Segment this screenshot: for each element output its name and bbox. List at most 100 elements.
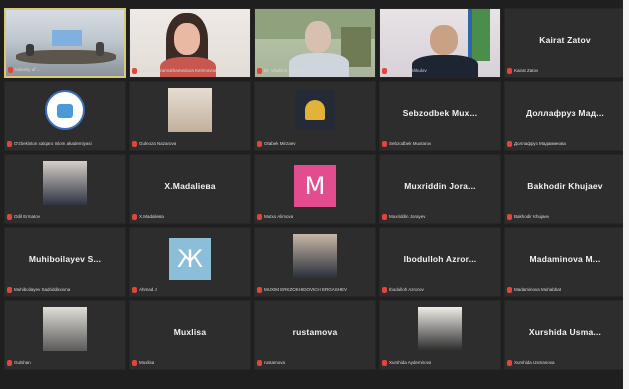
participant-footer-name: Bakhodir Khujaev (514, 214, 550, 219)
participant-tile[interactable]: Sebzodbek Mux... Sebzodbek Muxtarov (379, 81, 501, 151)
participant-name: Xurshida Usma... (528, 327, 602, 337)
participant-footer-name: Muxriddin Jorayev (389, 214, 426, 219)
participant-footer: Dr. Vladimir Bokharev (257, 66, 373, 75)
participant-name: Kairat Zatov (539, 35, 591, 45)
participant-footer-name: Xurshida Aydemirova (389, 360, 432, 365)
participant-avatar (43, 88, 87, 132)
video-detail (472, 9, 490, 61)
participant-tile[interactable]: Xurshida Aydemirova (379, 300, 501, 370)
participant-footer: Ulugbek Tashkulov (382, 66, 498, 75)
participant-footer-name: Kairat Zatov (514, 68, 539, 73)
microphone-muted-icon (7, 140, 12, 147)
participant-footer: Ministry of ... (8, 65, 122, 74)
microphone-muted-icon (257, 359, 262, 366)
participant-footer-name: Dr. Vladimir Bokharev (264, 68, 308, 73)
participant-footer: Otabek Mirzaev (257, 139, 373, 148)
microphone-muted-icon (382, 213, 387, 220)
microphone-muted-icon (507, 140, 512, 147)
participant-tile[interactable]: Ibodulloh Azror... Ibodulloh Azrorov (379, 227, 501, 297)
microphone-muted-icon (132, 140, 137, 147)
participant-tile[interactable]: Madaminova M... Madaminova Muhabbat (504, 227, 626, 297)
participant-footer-name: Доллaфруз Мадаминова (514, 141, 566, 146)
microphone-muted-icon (132, 213, 137, 220)
microphone-muted-icon (7, 286, 12, 293)
participant-avatar (293, 234, 337, 278)
participant-footer: Mutxo Alimova (257, 212, 373, 221)
participant-name: X.Madaliева (164, 181, 216, 191)
participant-tile[interactable]: Otabek Mirzaev (254, 81, 376, 151)
avatar-letter: M (294, 165, 336, 207)
video-detail (52, 30, 82, 46)
window-edge (623, 0, 629, 389)
participant-name: Madaminova M... (529, 254, 601, 264)
participant-footer-name: Muxlisa (139, 360, 155, 365)
participant-tile[interactable]: Xurshida Usma... Xurshida Usmanova (504, 300, 626, 370)
participant-footer-name: Sebzodbek Muxtarov (389, 141, 432, 146)
participant-tile[interactable]: Gulshan (4, 300, 126, 370)
profile-photo (168, 88, 212, 132)
participant-footer: Xurshida Usmanova (507, 358, 623, 367)
participant-footer: Odil Ermatov (7, 212, 123, 221)
microphone-muted-icon (257, 67, 262, 74)
participant-footer-name: Mutxo Alimova (264, 214, 294, 219)
participant-tile[interactable]: Gulnoza Nazarova (129, 81, 251, 151)
profile-photo (43, 161, 87, 205)
microphone-muted-icon (507, 286, 512, 293)
participant-avatar (418, 307, 462, 351)
participant-avatar (168, 88, 212, 132)
participant-footer-name: O'zbekiston xalqaro Islom akademiyasi (14, 141, 92, 146)
participant-tile[interactable]: Muxlisa Muxlisa (129, 300, 251, 370)
participant-tile[interactable]: rustamova rustamova (254, 300, 376, 370)
participant-tile[interactable]: Ministry of ... (4, 8, 126, 78)
participant-avatar (43, 307, 87, 351)
participant-tile[interactable]: Kairat Zatov Kairat Zatov (504, 8, 626, 78)
participant-tile[interactable]: Muxriddin Jora... Muxriddin Jorayev (379, 154, 501, 224)
participant-footer: Bakhodir Khujaev (507, 212, 623, 221)
microphone-muted-icon (382, 140, 387, 147)
participant-tile[interactable]: X.Madaliева X.Madaliева (129, 154, 251, 224)
participant-tile[interactable]: O'zbekiston xalqaro Islom akademiyasi (4, 81, 126, 151)
microphone-muted-icon (257, 213, 262, 220)
participant-tile[interactable]: Muhiboilayev S... Muhiboilayev Sadriddino… (4, 227, 126, 297)
participant-footer: O'zbekiston xalqaro Islom akademiyasi (7, 139, 123, 148)
participant-footer: rustamova (257, 358, 373, 367)
participant-footer: Доллaфруз Мадаминова (507, 139, 623, 148)
participant-footer: Lazizа Mirzamukhamedova Kerimovna (132, 66, 248, 75)
participant-footer-name: MUXIM ERKZOKHIDOVICH ERGASHEV (264, 287, 348, 292)
participant-tile[interactable]: Lazizа Mirzamukhamedova Kerimovna (129, 8, 251, 78)
microphone-muted-icon (507, 213, 512, 220)
participant-tile[interactable]: Ulugbek Tashkulov (379, 8, 501, 78)
participant-footer: X.Madaliева (132, 212, 248, 221)
participant-tile[interactable]: Bakhodir Khujaev Bakhodir Khujaev (504, 154, 626, 224)
participant-grid: Ministry of ... Lazizа Mirzamukhamedova K… (4, 8, 626, 380)
participant-tile[interactable]: MUXIM ERKZOKHIDOVICH ERGASHEV (254, 227, 376, 297)
participant-footer-name: Otabek Mirzaev (264, 141, 296, 146)
profile-photo (418, 307, 462, 351)
participant-footer-name: Xurshida Usmanova (514, 360, 555, 365)
participant-footer: Madaminova Muhabbat (507, 285, 623, 294)
microphone-muted-icon (382, 286, 387, 293)
microphone-muted-icon (132, 67, 137, 74)
participant-name: Muxlisa (173, 327, 207, 337)
participant-footer: Ibodulloh Azrorov (382, 285, 498, 294)
microphone-muted-icon (132, 286, 137, 293)
participant-tile[interactable]: Dr. Vladimir Bokharev (254, 8, 376, 78)
participant-name: rustamova (292, 327, 338, 337)
participant-footer-name: rustamova (264, 360, 286, 365)
video-detail (430, 25, 458, 55)
microphone-muted-icon (7, 213, 12, 220)
microphone-muted-icon (257, 140, 262, 147)
participant-footer-name: Lazizа Mirzamukhamedova Kerimovna (139, 68, 217, 73)
profile-photo (293, 234, 337, 278)
participant-tile[interactable]: Ж Ahmad J (129, 227, 251, 297)
participant-tile[interactable]: Odil Ermatov (4, 154, 126, 224)
video-detail (174, 23, 200, 55)
participant-tile[interactable]: M Mutxo Alimova (254, 154, 376, 224)
participant-footer-name: Odil Ermatov (14, 214, 41, 219)
microphone-muted-icon (8, 66, 13, 73)
participant-footer: MUXIM ERKZOKHIDOVICH ERGASHEV (257, 285, 373, 294)
microphone-muted-icon (507, 67, 512, 74)
participant-tile[interactable]: Доллaфруз Мад... Доллaфруз Мадаминова (504, 81, 626, 151)
participant-footer: Muxlisa (132, 358, 248, 367)
participant-footer-name: Madaminova Muhabbat (514, 287, 562, 292)
